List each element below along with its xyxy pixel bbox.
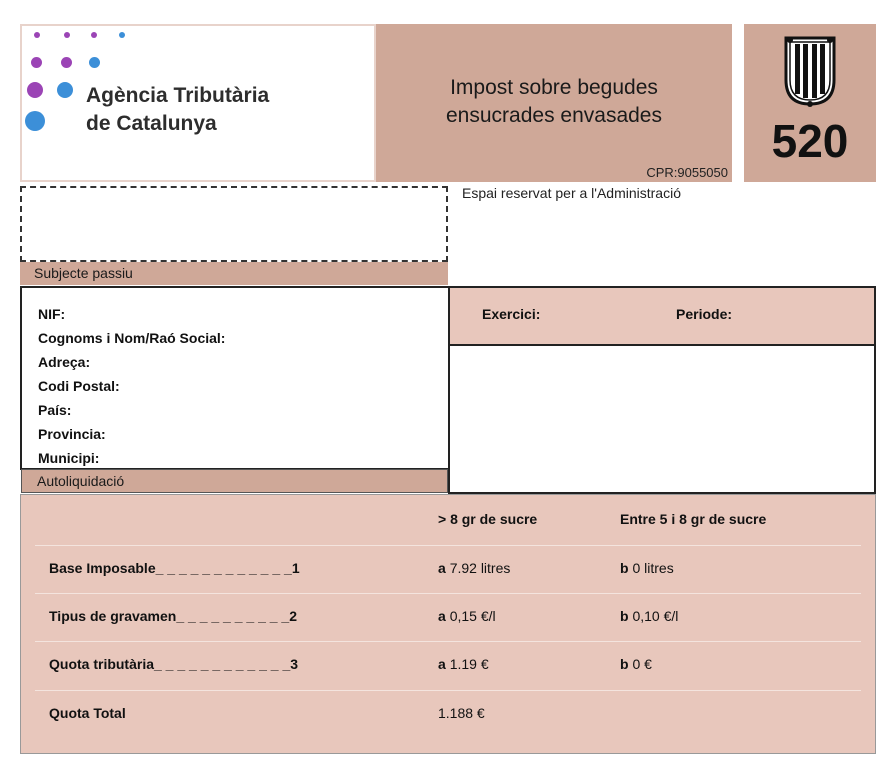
agency-logo: Agència Tributària de Catalunya (20, 24, 376, 182)
name-label: Cognoms i Nom/Raó Social: (38, 330, 226, 346)
form-title: Impost sobre begudes ensucrades envasade… (376, 74, 732, 130)
agency-name-line2: de Catalunya (86, 112, 217, 135)
postal-code-label: Codi Postal: (38, 378, 120, 394)
col-b-header: Entre 5 i 8 gr de sucre (620, 511, 767, 527)
admin-reserved-area (20, 186, 448, 262)
nif-label: NIF: (38, 306, 66, 322)
total-value: 1.188 € (438, 705, 485, 721)
address-label: Adreça: (38, 354, 91, 370)
form-number-block: 520 (744, 24, 876, 182)
logo-dot (25, 111, 45, 131)
municipality-label: Municipi: (38, 450, 100, 466)
row-value-b: b 0,10 €/l (620, 608, 679, 624)
row-label: Quota tributària_ _ _ _ _ _ _ _ _ _ _ _3 (49, 656, 299, 672)
logo-dot (119, 32, 125, 38)
period-box: Exercici: Periode: (448, 286, 876, 494)
logo-dot (34, 32, 40, 38)
logo-dot (57, 82, 73, 98)
row-value-a: a 1.19 € (438, 656, 489, 672)
catalonia-seal-icon (782, 34, 838, 113)
form-title-line2: ensucrades envasades (446, 104, 662, 127)
periode-label: Periode: (676, 306, 733, 322)
taxpayer-fields: NIF: Cognoms i Nom/Raó Social: Adreça: C… (38, 302, 225, 470)
row-value-b: b 0 € (620, 656, 652, 672)
exercici-label: Exercici: (482, 306, 541, 322)
country-label: País: (38, 402, 72, 418)
province-label: Provincia: (38, 426, 106, 442)
logo-dot (89, 57, 100, 68)
col-a-header: > 8 gr de sucre (438, 511, 538, 527)
logo-dot (27, 82, 43, 98)
total-label: Quota Total (49, 705, 126, 721)
row-divider (35, 545, 861, 546)
form-number: 520 (771, 115, 849, 167)
form-title-block: Impost sobre begudes ensucrades envasade… (376, 24, 732, 182)
row-label: Base Imposable_ _ _ _ _ _ _ _ _ _ _ _1 (49, 560, 300, 576)
self-assessment-table: > 8 gr de sucre Entre 5 i 8 gr de sucre … (20, 494, 876, 754)
cpr-code: CPR:9055050 (646, 165, 728, 180)
taxpayer-box: NIF: Cognoms i Nom/Raó Social: Adreça: C… (20, 286, 450, 470)
logo-dot (64, 32, 70, 38)
agency-name-line1: Agència Tributària (86, 84, 270, 107)
row-divider (35, 593, 861, 594)
logo-dot (91, 32, 97, 38)
row-label: Tipus de gravamen_ _ _ _ _ _ _ _ _ _2 (49, 608, 297, 624)
row-divider (35, 690, 861, 691)
row-divider (35, 641, 861, 642)
period-header: Exercici: Periode: (450, 288, 874, 346)
row-value-b: b 0 litres (620, 560, 674, 576)
row-value-a: a 7.92 litres (438, 560, 511, 576)
form-title-line1: Impost sobre begudes (450, 76, 658, 99)
self-assessment-section-header: Autoliquidació (21, 469, 448, 493)
logo-dot (61, 57, 72, 68)
agency-name: Agència Tributària de Catalunya (86, 82, 269, 138)
row-value-a: a 0,15 €/l (438, 608, 496, 624)
admin-reserved-label: Espai reservat per a l'Administració (462, 185, 681, 201)
logo-dot (31, 57, 42, 68)
taxpayer-section-header: Subjecte passiu (20, 262, 448, 285)
